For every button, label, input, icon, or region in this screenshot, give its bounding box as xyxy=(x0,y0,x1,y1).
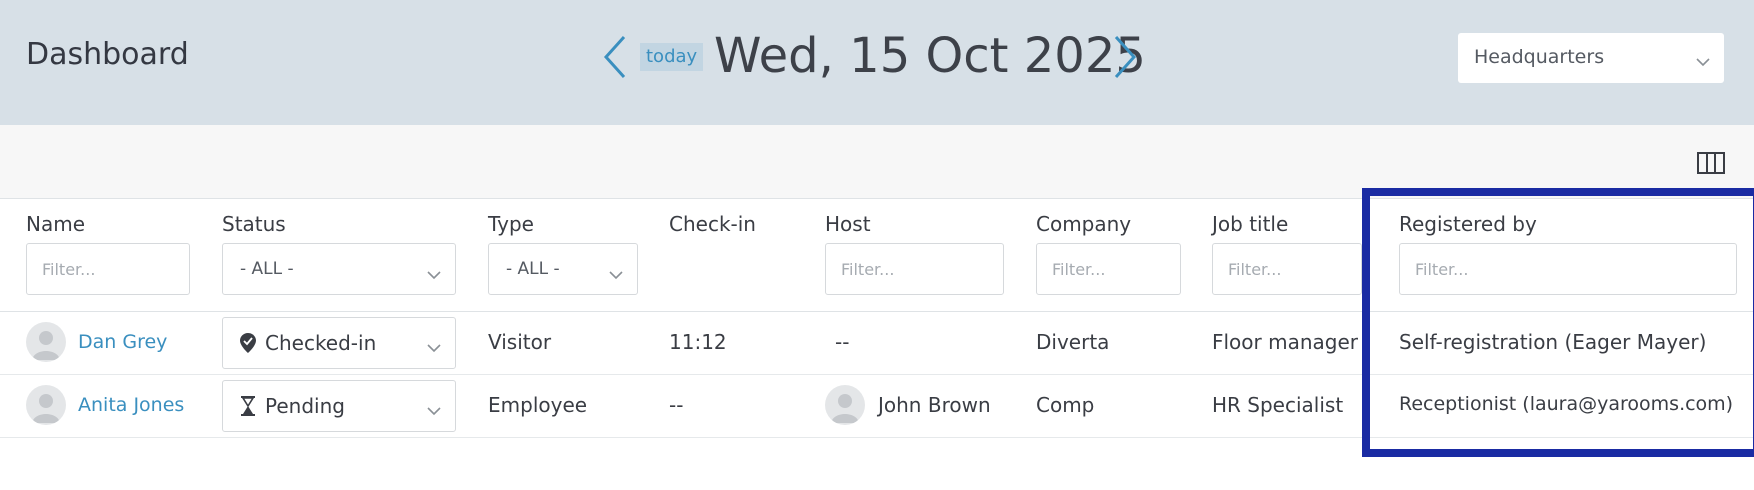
current-date: Wed, 15 Oct 2025 xyxy=(714,28,1146,84)
job-title-cell: HR Specialist xyxy=(1212,393,1344,417)
status-value: Checked-in xyxy=(265,331,377,355)
column-header-job-title: Job title xyxy=(1212,212,1289,236)
type-filter-value: - ALL - xyxy=(506,259,560,279)
avatar xyxy=(26,385,66,425)
host-filter-input[interactable] xyxy=(825,243,1004,295)
status-dropdown[interactable]: Pending xyxy=(222,380,456,432)
chevron-down-icon xyxy=(427,338,441,357)
checkin-cell: 11:12 xyxy=(669,330,727,354)
chevron-down-icon xyxy=(427,265,441,284)
map-pin-icon xyxy=(240,333,256,357)
chevron-right-icon[interactable] xyxy=(1110,34,1140,80)
job-title-filter-input[interactable] xyxy=(1212,243,1362,295)
registered-by-cell: Receptionist (laura@yarooms.com) xyxy=(1399,393,1734,415)
chevron-down-icon xyxy=(1696,52,1710,71)
host-avatar xyxy=(825,385,865,425)
header-bar: Dashboard today Wed, 15 Oct 2025 Headqua… xyxy=(0,0,1754,125)
checkin-cell: -- xyxy=(669,393,684,417)
column-header-registered-by: Registered by xyxy=(1399,212,1537,236)
hourglass-icon xyxy=(240,396,256,420)
date-navigator: today Wed, 15 Oct 2025 xyxy=(600,22,1160,92)
column-header-host: Host xyxy=(825,212,871,236)
avatar xyxy=(26,322,66,362)
table-row: Anita Jones Pending Employee -- John Bro… xyxy=(0,375,1754,438)
company-filter-input[interactable] xyxy=(1036,243,1181,295)
registered-by-cell: Self-registration (Eager Mayer) xyxy=(1399,330,1707,354)
registered-by-filter-input[interactable] xyxy=(1399,243,1737,295)
location-value: Headquarters xyxy=(1474,46,1605,68)
type-filter-select[interactable]: - ALL - xyxy=(488,243,638,295)
chevron-down-icon xyxy=(427,401,441,420)
host-cell: -- xyxy=(835,330,850,354)
name-filter-input[interactable] xyxy=(26,243,190,295)
visitor-name-link[interactable]: Anita Jones xyxy=(78,394,184,416)
table-header-row: Name Status - ALL - Type - ALL - Check-i… xyxy=(0,198,1754,312)
company-cell: Diverta xyxy=(1036,330,1110,354)
chevron-down-icon xyxy=(609,265,623,284)
status-filter-select[interactable]: - ALL - xyxy=(222,243,456,295)
host-cell: John Brown xyxy=(878,393,991,417)
column-header-status: Status xyxy=(222,212,286,236)
location-dropdown[interactable]: Headquarters xyxy=(1458,33,1724,83)
columns-icon[interactable] xyxy=(1697,152,1725,178)
column-header-name: Name xyxy=(26,212,86,236)
column-header-company: Company xyxy=(1036,212,1132,236)
status-value: Pending xyxy=(265,394,345,418)
table-toolbar xyxy=(0,125,1754,199)
column-header-checkin: Check-in xyxy=(669,212,756,236)
today-button[interactable]: today xyxy=(640,43,704,71)
type-cell: Employee xyxy=(488,393,588,417)
status-filter-value: - ALL - xyxy=(240,259,294,279)
type-cell: Visitor xyxy=(488,330,552,354)
job-title-cell: Floor manager xyxy=(1212,330,1359,354)
chevron-left-icon[interactable] xyxy=(600,34,630,80)
visitor-name-link[interactable]: Dan Grey xyxy=(78,331,167,353)
column-header-type: Type xyxy=(488,212,534,236)
page-title: Dashboard xyxy=(26,37,189,72)
company-cell: Comp xyxy=(1036,393,1095,417)
status-dropdown[interactable]: Checked-in xyxy=(222,317,456,369)
table-row: Dan Grey Checked-in Visitor 11:12 -- Div… xyxy=(0,312,1754,375)
